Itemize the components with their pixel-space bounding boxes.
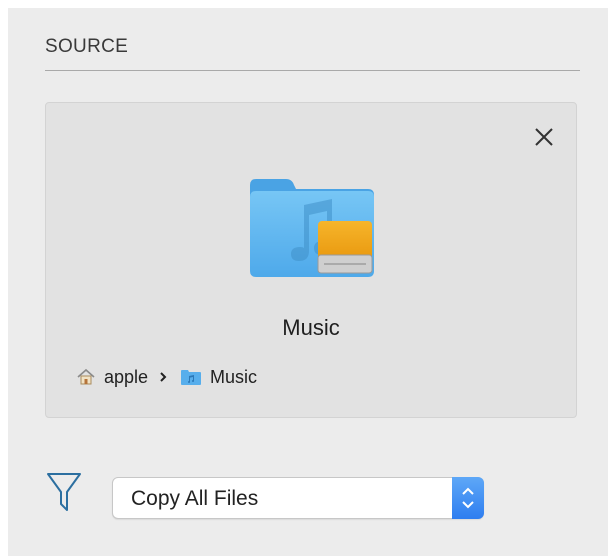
music-folder-icon — [181, 370, 202, 385]
source-panel: SOURCE Music apple Music Copy All Files — [8, 8, 608, 556]
select-stepper[interactable] — [452, 477, 484, 519]
up-down-chevron-icon — [462, 487, 474, 509]
section-divider — [45, 70, 580, 71]
music-folder-with-drive-icon — [250, 179, 374, 277]
source-folder-name: Music — [282, 315, 340, 340]
section-header-source: SOURCE — [45, 36, 129, 57]
breadcrumb: apple Music — [76, 365, 257, 389]
filter-funnel-icon[interactable] — [46, 472, 82, 514]
chevron-right-icon — [160, 372, 167, 382]
copy-mode-selected-value: Copy All Files — [131, 487, 259, 510]
home-icon — [77, 368, 95, 385]
copy-mode-select[interactable]: Copy All Files — [112, 477, 484, 519]
source-drop-area[interactable]: Music apple Music — [45, 102, 577, 418]
close-icon[interactable] — [532, 125, 556, 149]
breadcrumb-item-apple[interactable]: apple — [104, 367, 148, 388]
breadcrumb-item-music[interactable]: Music — [210, 367, 257, 388]
